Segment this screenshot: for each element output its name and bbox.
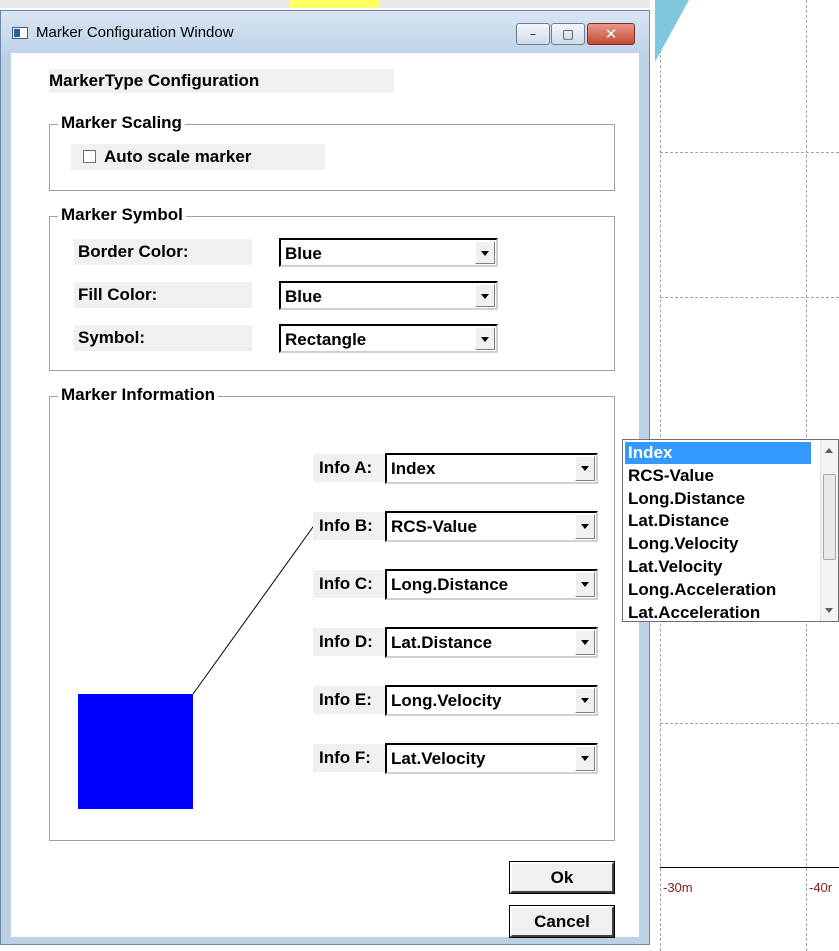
info-select[interactable]: Long.Velocity <box>385 685 598 716</box>
info-dropdown-list[interactable]: Index RCS-Value Long.Distance Lat.Distance L… <box>622 439 839 622</box>
marker-preview-square <box>78 694 193 809</box>
grid-line <box>660 152 839 153</box>
chevron-down-icon[interactable] <box>575 688 595 713</box>
auto-scale-label[interactable]: Auto scale marker <box>104 147 251 167</box>
close-button[interactable]: ✕ <box>587 23 635 45</box>
sensor-shape <box>655 0 689 62</box>
chevron-down-icon[interactable] <box>575 456 595 481</box>
border-color-label: Border Color: <box>74 239 252 265</box>
dropdown-option[interactable]: Lat.Acceleration <box>625 602 811 624</box>
cancel-button[interactable]: Cancel <box>509 905 615 938</box>
page-title: MarkerType Configuration <box>49 69 394 93</box>
info-label: Info B: <box>313 512 389 540</box>
fill-color-value: Blue <box>285 287 322 306</box>
border-color-value: Blue <box>285 244 322 263</box>
info-select[interactable]: Long.Distance <box>385 569 598 600</box>
chevron-down-icon[interactable] <box>575 514 595 539</box>
fill-color-select[interactable]: Blue <box>279 281 498 310</box>
info-select-value: Long.Velocity <box>391 691 502 710</box>
chevron-down-icon[interactable] <box>575 572 595 597</box>
tick-label: -40r <box>809 880 833 895</box>
scroll-thumb[interactable] <box>823 474 836 560</box>
fill-color-label: Fill Color: <box>74 282 252 308</box>
info-label: Info A: <box>313 454 389 482</box>
chevron-down-icon[interactable] <box>575 746 595 771</box>
marker-symbol-legend: Marker Symbol <box>58 205 186 225</box>
dropdown-option[interactable]: Lat.Distance <box>625 510 811 532</box>
info-select-value: Lat.Velocity <box>391 749 486 768</box>
ok-button[interactable]: Ok <box>509 861 615 894</box>
maximize-button[interactable]: □ <box>551 23 585 45</box>
info-label: Info F: <box>313 744 389 772</box>
info-label: Info D: <box>313 628 389 656</box>
info-select-value: Index <box>391 459 436 478</box>
marker-configuration-window: Marker Configuration Window – □ ✕ Marker… <box>0 10 650 945</box>
chevron-down-icon[interactable] <box>475 327 495 350</box>
dropdown-scrollbar[interactable] <box>820 440 838 621</box>
dropdown-option[interactable]: Lat.Velocity <box>625 556 811 578</box>
marker-information-legend: Marker Information <box>58 385 218 405</box>
info-select[interactable]: RCS-Value <box>385 511 598 542</box>
symbol-label: Symbol: <box>74 325 252 351</box>
dropdown-option[interactable]: Long.Acceleration <box>625 579 811 601</box>
info-select-value: RCS-Value <box>391 517 477 536</box>
window-title: Marker Configuration Window <box>36 24 234 41</box>
marker-scaling-legend: Marker Scaling <box>58 113 185 133</box>
scroll-up-icon[interactable] <box>825 448 833 453</box>
border-color-select[interactable]: Blue <box>279 238 498 267</box>
info-label: Info E: <box>313 686 389 714</box>
auto-scale-checkbox[interactable] <box>83 150 96 163</box>
background-strip <box>0 0 650 8</box>
info-label: Info C: <box>313 570 389 598</box>
window-client-area: MarkerType Configuration Marker Scaling … <box>11 53 639 938</box>
window-icon <box>12 27 28 39</box>
info-select[interactable]: Index <box>385 453 598 484</box>
info-select-value: Long.Distance <box>391 575 509 594</box>
dropdown-option[interactable]: RCS-Value <box>625 465 811 487</box>
tick-label: -30m <box>663 880 693 895</box>
grid-line <box>660 297 839 298</box>
plot-axis <box>660 867 839 868</box>
dropdown-option[interactable]: Long.Distance <box>625 488 811 510</box>
chevron-down-icon[interactable] <box>575 630 595 655</box>
dropdown-option[interactable]: Long.Velocity <box>625 533 811 555</box>
chevron-down-icon[interactable] <box>475 241 495 264</box>
dropdown-option[interactable]: Index <box>625 442 811 464</box>
info-select[interactable]: Lat.Distance <box>385 627 598 658</box>
info-select-value: Lat.Distance <box>391 633 493 652</box>
symbol-select[interactable]: Rectangle <box>279 324 498 353</box>
info-select[interactable]: Lat.Velocity <box>385 743 598 774</box>
scroll-down-icon[interactable] <box>825 608 833 613</box>
grid-line <box>660 723 839 724</box>
chevron-down-icon[interactable] <box>475 284 495 307</box>
title-bar[interactable]: Marker Configuration Window – □ ✕ <box>1 11 649 53</box>
minimize-button[interactable]: – <box>516 23 550 45</box>
symbol-value: Rectangle <box>285 330 367 349</box>
